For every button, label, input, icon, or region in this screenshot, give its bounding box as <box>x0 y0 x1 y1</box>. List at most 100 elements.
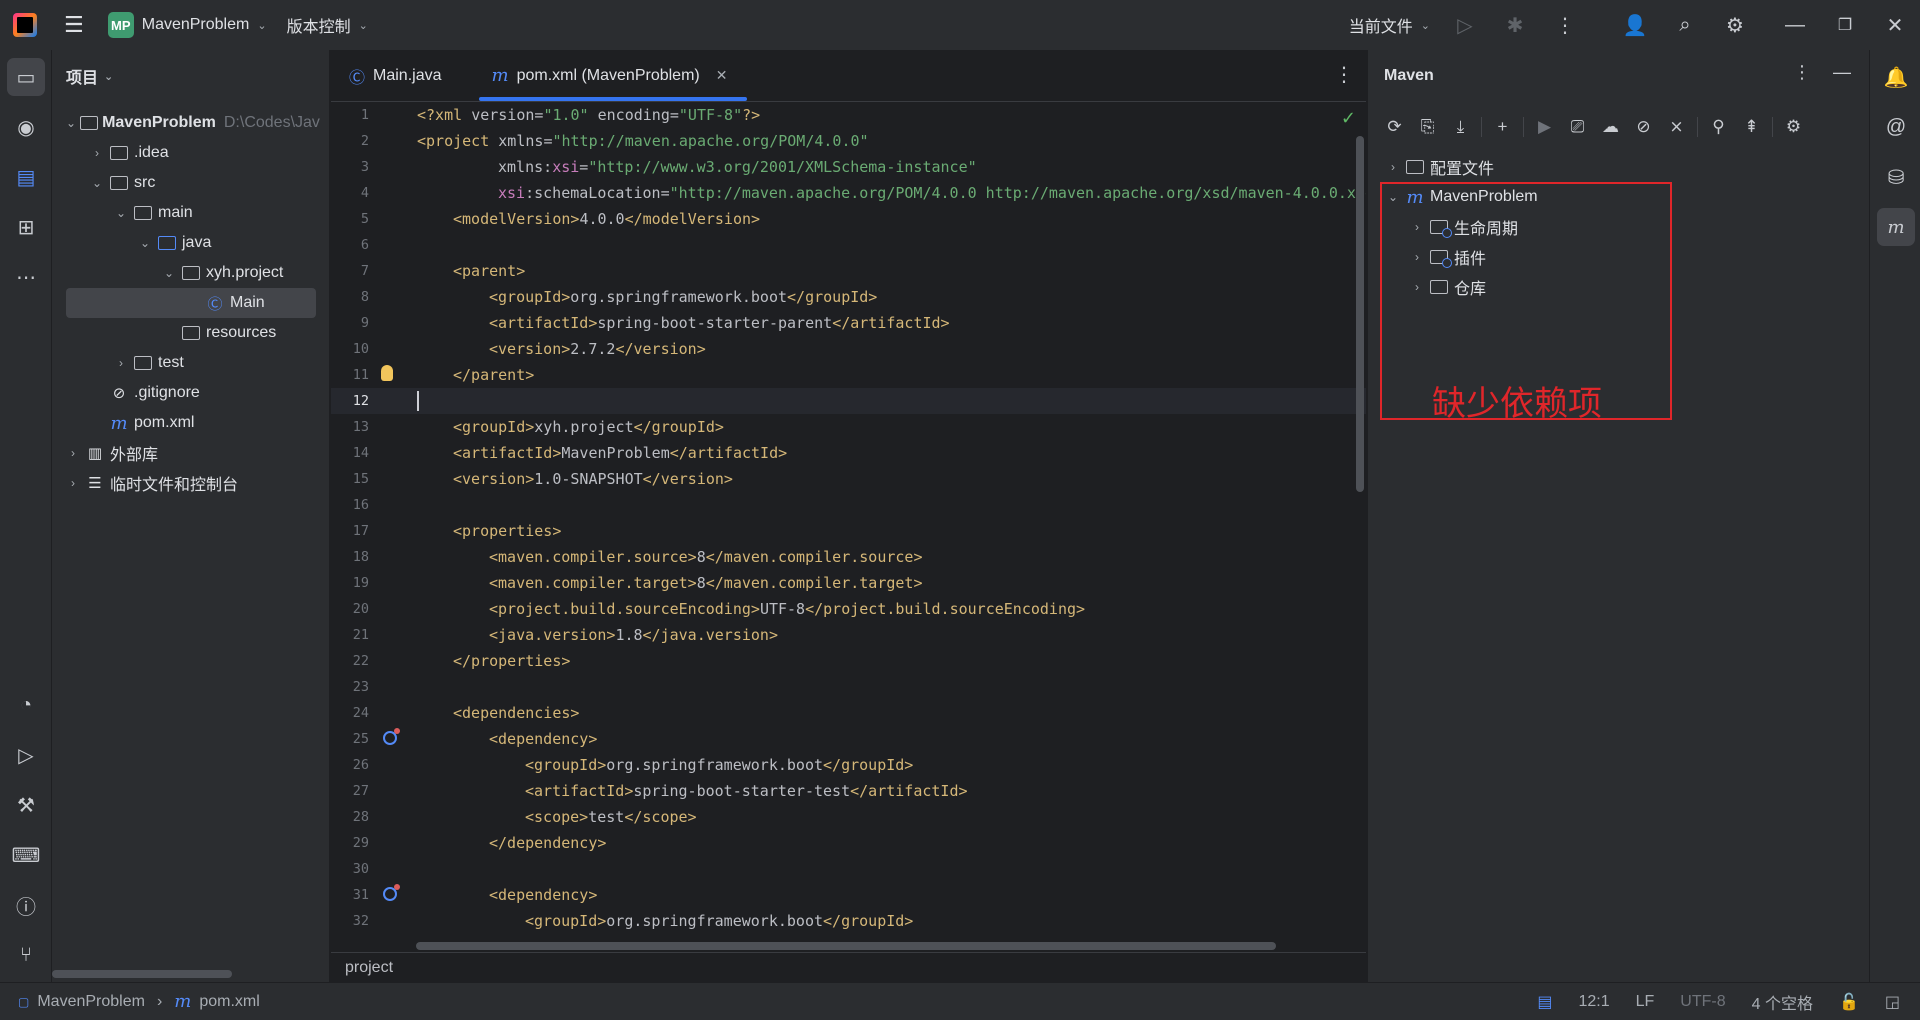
maven-file-icon: m <box>491 65 509 86</box>
close-icon[interactable]: ✕ <box>1870 0 1920 50</box>
code-line: 1 <?xml version="1.0" encoding="UTF-8"?> <box>360 106 761 124</box>
code-editor[interactable]: ✓ 1 <?xml version="1.0" encoding="UTF-8"?… <box>331 102 1366 942</box>
skip-tests-icon[interactable]: ⊘ <box>1627 110 1660 144</box>
tree-label: xyh.project <box>206 264 284 281</box>
project-folder-icon[interactable]: ▭ <box>7 58 45 96</box>
tab-pom-xml[interactable]: m pom.xml (MavenProblem) ✕ <box>460 50 746 101</box>
restore-icon[interactable]: ❐ <box>1820 0 1870 50</box>
maven-icon[interactable]: m <box>1877 208 1915 246</box>
chevron-right-icon[interactable]: › <box>66 446 80 460</box>
more-tools-icon[interactable]: ⋯ <box>7 258 45 296</box>
generate-sources-icon[interactable]: ⎘ <box>1411 110 1444 144</box>
more-tabs-icon[interactable]: ⋮ <box>1334 62 1354 87</box>
editor-horizontal-scrollbar[interactable] <box>416 942 1276 950</box>
commit-icon[interactable]: ◉ <box>7 108 45 146</box>
chevron-down-icon: ⌄ <box>257 19 267 32</box>
memory-indicator-icon[interactable]: ◲ <box>1885 992 1900 1012</box>
code-line: 3 xmlns:xsi="http://www.w3.org/2001/XMLSc… <box>360 158 977 176</box>
debug-icon[interactable]: ✱ <box>1490 0 1540 50</box>
settings-gear-icon[interactable]: ⚙ <box>1710 0 1760 50</box>
editor-vertical-scrollbar[interactable] <box>1356 136 1364 492</box>
profiler-icon[interactable]: ◔ <box>7 686 45 724</box>
chevron-down-icon[interactable]: ⌄ <box>138 236 152 250</box>
code-line: 28 <scope>test</scope> <box>352 808 697 826</box>
tree-item-java[interactable]: ⌄ java <box>52 228 320 258</box>
indent-setting[interactable]: 4 个空格 <box>1752 990 1813 1014</box>
chevron-right-icon[interactable]: › <box>90 146 104 160</box>
structure-icon[interactable]: ▤ <box>7 158 45 196</box>
problems-icon[interactable]: ⓘ <box>7 886 45 924</box>
project-switcher[interactable]: MP MavenProblem ⌄ <box>98 7 277 43</box>
services-icon[interactable]: ▷ <box>7 736 45 774</box>
ai-assistant-icon[interactable]: @ <box>1877 108 1915 146</box>
tree-item-main-class[interactable]: Ⓒ Main <box>66 288 316 318</box>
tree-item-package[interactable]: ⌄ xyh.project <box>52 258 320 288</box>
tree-item-scratches[interactable]: › ☰ 临时文件和控制台 <box>52 468 320 498</box>
tree-item-idea[interactable]: › .idea <box>52 138 320 168</box>
tree-item-mavenproblem[interactable]: ⌄ MavenProblem D:\Codes\Java <box>52 108 320 138</box>
build-icon[interactable]: ⚒ <box>7 786 45 824</box>
dependency-gutter-icon[interactable] <box>383 728 400 745</box>
dependency-gutter-icon[interactable] <box>383 884 400 901</box>
chevron-right-icon[interactable]: › <box>1386 160 1400 174</box>
database-icon[interactable]: ⛁ <box>1877 158 1915 196</box>
folder-icon <box>108 174 130 192</box>
project-horizontal-scrollbar[interactable] <box>52 970 232 978</box>
hide-panel-icon[interactable]: — <box>1833 62 1851 83</box>
structure-status-icon[interactable]: ▤ <box>1537 992 1552 1012</box>
vcs-menu[interactable]: 版本控制 ⌄ <box>277 7 378 43</box>
project-panel-header[interactable]: 项目 ⌄ <box>52 50 329 102</box>
close-tab-icon[interactable]: ✕ <box>716 67 728 84</box>
intellij-logo-icon[interactable] <box>0 0 50 50</box>
tree-item-external-libs[interactable]: › ▥ 外部库 <box>52 438 320 468</box>
read-only-lock-icon[interactable]: 🔓 <box>1839 992 1859 1012</box>
plugins-icon[interactable]: ⊞ <box>7 208 45 246</box>
run-maven-build-icon[interactable]: ▶ <box>1528 110 1561 144</box>
tree-item-resources[interactable]: resources <box>52 318 320 348</box>
add-icon[interactable]: + <box>1486 110 1519 144</box>
more-actions-icon[interactable]: ⋮ <box>1540 0 1590 50</box>
more-options-icon[interactable]: ⋮ <box>1793 62 1811 83</box>
reload-icon[interactable]: ⟳ <box>1378 110 1411 144</box>
intention-bulb-icon[interactable] <box>381 365 393 381</box>
tree-item-test[interactable]: › test <box>52 348 320 378</box>
cursor-position[interactable]: 12:1 <box>1578 993 1609 1011</box>
chevron-down-icon[interactable]: ⌄ <box>114 206 128 220</box>
line-separator[interactable]: LF <box>1636 993 1655 1011</box>
notifications-bell-icon[interactable]: 🔔 <box>1877 58 1915 96</box>
offline-mode-icon[interactable]: ☁ <box>1594 110 1627 144</box>
chevron-down-icon[interactable]: ⌄ <box>162 266 176 280</box>
show-dependencies-icon[interactable]: ⚲ <box>1702 110 1735 144</box>
expand-all-icon[interactable]: ⇞ <box>1735 110 1768 144</box>
file-encoding[interactable]: UTF-8 <box>1680 993 1725 1011</box>
chevron-right-icon[interactable]: › <box>66 476 80 490</box>
tree-item-gitignore[interactable]: ⊘ .gitignore <box>52 378 320 408</box>
project-name: MavenProblem <box>141 16 250 33</box>
minimize-icon[interactable]: — <box>1770 0 1820 50</box>
tab-main-java[interactable]: Ⓒ Main.java <box>331 50 460 101</box>
chevron-right-icon[interactable]: › <box>114 356 128 370</box>
collapse-icon[interactable]: ⨯ <box>1660 110 1693 144</box>
main-menu-button[interactable]: ☰ <box>50 7 98 43</box>
terminal-icon[interactable]: ⌨ <box>7 836 45 874</box>
folder-icon <box>132 354 154 372</box>
tree-item-pom[interactable]: m pom.xml <box>52 408 320 438</box>
status-crumb-file[interactable]: pom.xml <box>199 993 259 1011</box>
download-icon[interactable]: ⤓ <box>1444 110 1477 144</box>
add-user-icon[interactable]: 👤 <box>1610 0 1660 50</box>
tree-item-src[interactable]: ⌄ src <box>52 168 320 198</box>
execute-goal-icon[interactable]: ⎚ <box>1561 110 1594 144</box>
source-folder-icon <box>156 234 178 252</box>
search-icon[interactable]: ⌕ <box>1660 0 1710 50</box>
maven-settings-icon[interactable]: ⚙ <box>1777 110 1810 144</box>
chevron-down-icon[interactable]: ⌄ <box>90 176 104 190</box>
chevron-down-icon[interactable]: ⌄ <box>66 116 76 130</box>
git-icon[interactable]: ⑂ <box>7 936 45 974</box>
status-crumb-project[interactable]: MavenProblem <box>37 993 145 1011</box>
run-config-selector[interactable]: 当前文件 ⌄ <box>1339 7 1440 43</box>
tree-item-main[interactable]: ⌄ main <box>52 198 320 228</box>
breadcrumb-item[interactable]: project <box>345 959 393 977</box>
editor-breadcrumb[interactable]: project <box>331 952 1366 982</box>
run-icon[interactable]: ▷ <box>1440 0 1490 50</box>
maven-tree-profiles[interactable]: › 配置文件 <box>1386 152 1494 182</box>
